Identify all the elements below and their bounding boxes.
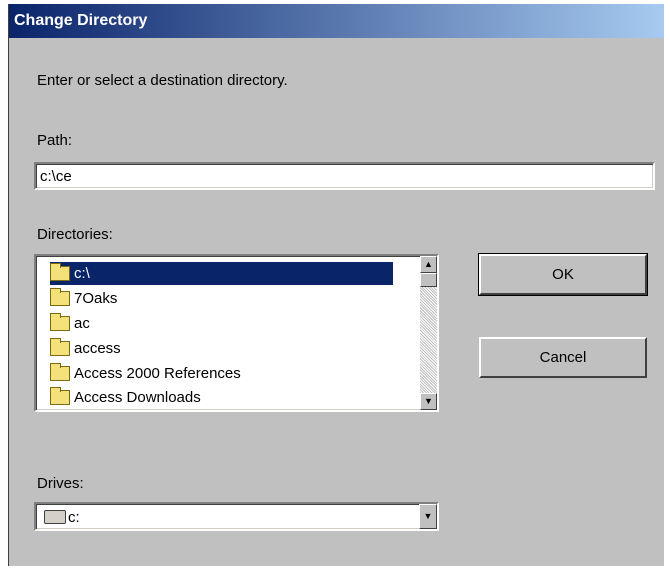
directory-item-label: 7Oaks: [74, 290, 118, 307]
directory-item[interactable]: ac: [50, 312, 385, 335]
drives-dropdown-arrow-icon[interactable]: ▼: [419, 504, 437, 529]
directories-listbox[interactable]: c:\ 7Oaks ac access Access 2000 Referenc…: [34, 254, 439, 412]
drive-selected-value: c:: [68, 509, 80, 526]
hard-drive-icon: [44, 510, 66, 524]
path-input[interactable]: [36, 164, 653, 188]
directory-item[interactable]: Access Downloads: [50, 386, 385, 409]
folder-icon: [50, 313, 70, 331]
directory-item-label: access: [74, 340, 121, 357]
directory-item-label: Access Downloads: [74, 389, 201, 406]
change-directory-dialog: Change Directory Enter or select a desti…: [8, 4, 664, 566]
scroll-thumb[interactable]: [420, 273, 437, 287]
path-label: Path:: [37, 132, 72, 149]
directory-item-selected[interactable]: c:\: [50, 262, 393, 285]
directory-item-label: c:\: [74, 265, 90, 282]
folder-icon: [50, 338, 70, 356]
folder-icon: [50, 387, 70, 405]
instruction-text: Enter or select a destination directory.: [37, 72, 288, 89]
folder-icon: [50, 288, 70, 306]
scroll-up-button[interactable]: ▲: [420, 256, 437, 273]
scroll-down-button[interactable]: ▼: [420, 393, 437, 410]
directory-item[interactable]: 7Oaks: [50, 287, 385, 310]
drives-label: Drives:: [37, 475, 84, 492]
folder-icon: [50, 363, 70, 381]
directory-item-label: ac: [74, 315, 90, 332]
directories-label: Directories:: [37, 226, 113, 243]
directory-item-label: Access 2000 References: [74, 365, 241, 382]
open-folder-icon: [50, 263, 70, 281]
ok-button[interactable]: OK: [478, 253, 648, 296]
directory-item[interactable]: Access 2000 References: [50, 362, 385, 385]
dialog-title: Change Directory: [14, 12, 148, 29]
drives-combobox[interactable]: c: ▼: [34, 502, 439, 531]
path-label-text: Path:: [37, 132, 73, 149]
cancel-button[interactable]: Cancel: [479, 337, 647, 378]
path-field-frame[interactable]: [34, 162, 655, 190]
title-bar: Change Directory: [9, 4, 664, 38]
vertical-scrollbar[interactable]: ▲ ▼: [420, 256, 437, 410]
directory-item[interactable]: access: [50, 337, 385, 360]
